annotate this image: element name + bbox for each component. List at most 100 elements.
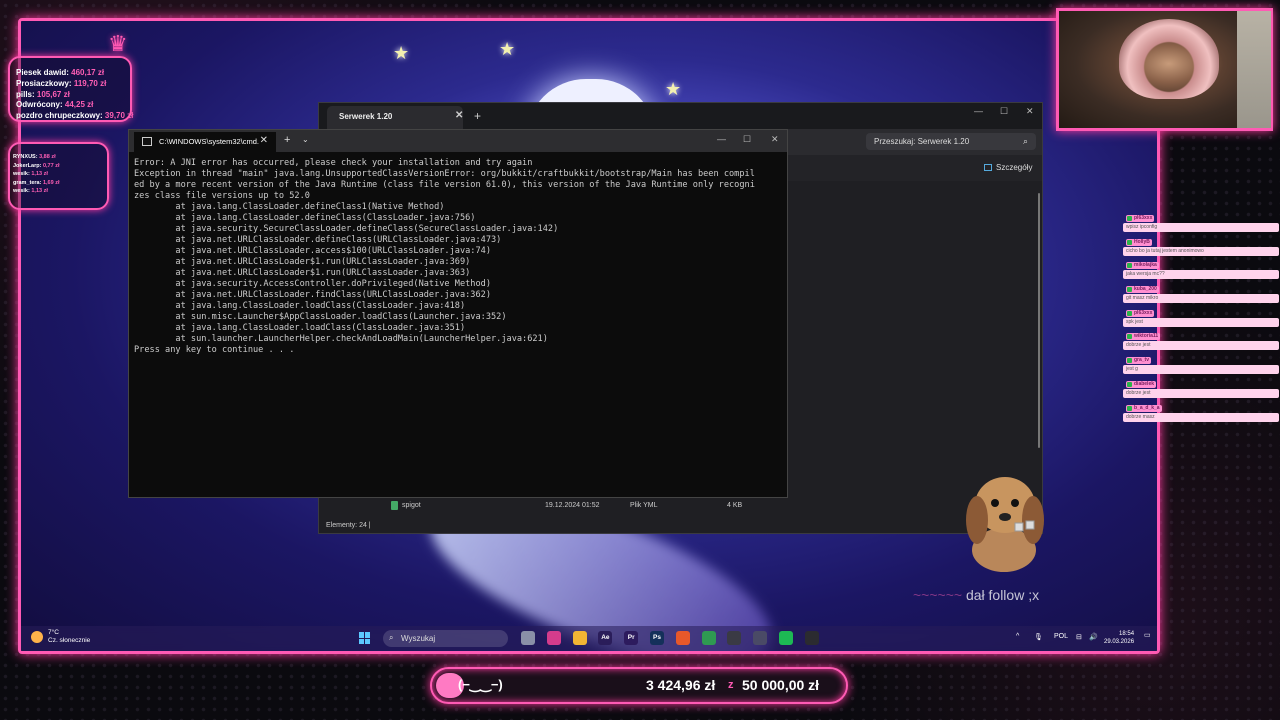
donor-name: Odwrócony:: [16, 100, 63, 110]
maximize-button[interactable]: ☐: [1000, 106, 1008, 117]
file-size: 4 KB: [727, 502, 743, 509]
screen-capture-frame: ★ ★ ★ Serwerek 1.20 ✕ + — ☐ ✕ Przeszukaj…: [18, 18, 1160, 654]
weather-widget[interactable]: 7°C Cz. słonecznie: [31, 629, 90, 645]
file-icon: [391, 501, 398, 510]
console-line: Error: A JNI error has occurred, please …: [134, 158, 533, 168]
file-explorer-icon[interactable]: [572, 631, 587, 645]
details-label: Szczegóły: [996, 163, 1033, 172]
explorer-tab-title: Serwerek 1.20: [339, 112, 393, 121]
task-view-icon[interactable]: [521, 631, 535, 645]
language-indicator[interactable]: POL: [1054, 633, 1068, 640]
cmd-window[interactable]: C:\WINDOWS\system32\cmd. ✕ + ⌄ — ☐ ✕ Err…: [128, 129, 788, 498]
search-icon: ⌕: [389, 633, 394, 642]
donation-row: Piesek dawid: 460,17 zł: [16, 68, 124, 79]
donor-name: RYNXUS:: [13, 154, 38, 160]
terminal-icon[interactable]: [804, 631, 819, 645]
microphone-icon[interactable]: 🎙: [1034, 633, 1043, 641]
console-line: at sun.misc.Launcher$AppClassLoader.load…: [134, 312, 507, 322]
chat-text: jest g: [1123, 365, 1279, 375]
chat-nick: wiktoria11: [1126, 333, 1161, 341]
webcam-dog-hood: [1119, 19, 1219, 99]
minimize-button[interactable]: —: [717, 134, 726, 144]
console-line: at java.net.URLClassLoader.access$100(UR…: [134, 246, 491, 256]
chat-nick: HollyB: [1126, 238, 1152, 246]
chrome-icon[interactable]: [701, 631, 716, 645]
chat-text: cicho bo ja tutaj jestem anonimowo: [1123, 246, 1279, 256]
donation-row: JokerLarp: 0,77 zł: [13, 162, 104, 171]
spotify-icon[interactable]: [779, 631, 793, 645]
volume-icon[interactable]: 🔊: [1089, 633, 1098, 641]
file-row[interactable]: spigot 19.12.2024 01:52 Plik YML 4 KB: [391, 501, 831, 514]
taskbar-search[interactable]: ⌕ Wyszukaj: [383, 630, 508, 647]
brave-icon[interactable]: [675, 631, 690, 645]
donation-amount: 460,17 zł: [71, 68, 105, 77]
network-icon[interactable]: ⊟: [1076, 633, 1082, 641]
donor-name: wesik:: [13, 188, 30, 195]
new-tab-button[interactable]: +: [284, 134, 290, 146]
chat-nick: pl63xxx: [1126, 309, 1155, 317]
star-icon: ★: [393, 43, 410, 63]
donation-amount: 0,77 zł: [42, 162, 60, 169]
chat-text: git masz mikro: [1123, 294, 1279, 304]
chevron-down-icon[interactable]: ⌄: [302, 135, 309, 144]
donation-goal-bar: (−‿‿−) 3 424,96 zł z 50 000,00 zł: [430, 667, 848, 704]
terminal-icon: [142, 137, 152, 146]
donor-name: Prosiaczkowy:: [16, 78, 72, 88]
recent-donations-panel: RYNXUS: 3,88 zł JokerLarp: 0,77 zł wesik: …: [8, 142, 109, 210]
explorer-scrollbar[interactable]: [1038, 193, 1040, 448]
chat-message: b_a_d_k_a dobrze masz: [1122, 402, 1280, 426]
star-icon: ★: [499, 39, 516, 59]
cmd-tab[interactable]: C:\WINDOWS\system32\cmd. ✕: [134, 132, 276, 152]
window-close-button[interactable]: ✕: [1026, 106, 1034, 117]
chat-nick: b_a_d_k_a: [1126, 404, 1162, 412]
donor-name: pozdro chrupeczkowy:: [16, 111, 103, 121]
console-line: at java.net.URLClassLoader.findClass(URL…: [134, 290, 491, 300]
details-pane-icon: [984, 164, 992, 171]
console-line: at java.net.URLClassLoader.defineClass(U…: [134, 235, 502, 245]
chat-text: spk jest: [1123, 317, 1279, 327]
window-close-button[interactable]: ✕: [771, 134, 779, 145]
weather-temp: 7°C: [48, 629, 59, 636]
app-pink-icon[interactable]: [546, 631, 561, 645]
star-icon: ★: [665, 79, 682, 99]
after-effects-icon[interactable]: Ae: [598, 631, 613, 645]
photoshop-icon[interactable]: Ps: [650, 631, 664, 645]
console-line: Press any key to continue . . .: [134, 345, 295, 355]
start-button[interactable]: [359, 632, 371, 644]
taskbar-clock[interactable]: 18:54 29.03.2026: [1104, 630, 1134, 646]
chat-overlay: pl63xxx wpisz ipconfig HollyB cicho bo ja t…: [1122, 212, 1280, 425]
explorer-search-input[interactable]: Przeszukaj: Serwerek 1.20 ⌕: [866, 133, 1036, 150]
explorer-tab[interactable]: Serwerek 1.20 ✕: [327, 106, 463, 129]
goal-emoticon: (−‿‿−): [458, 677, 503, 692]
donation-row: Odwrócony: 44,25 zł: [16, 100, 124, 111]
obs-icon[interactable]: [727, 631, 742, 645]
stream-overlay: ★ ★ ★ Serwerek 1.20 ✕ + — ☐ ✕ Przeszukaj…: [0, 0, 1280, 720]
chat-message: kuba_200 git masz mikro: [1122, 283, 1280, 307]
chat-text: jaka wersja mc??: [1123, 270, 1279, 280]
file-date: 19.12.2024 01:52: [545, 502, 600, 509]
details-button[interactable]: Szczegóły: [984, 163, 1032, 172]
console-output[interactable]: Error: A JNI error has occurred, please …: [134, 158, 784, 356]
premiere-icon[interactable]: Pr: [624, 631, 639, 645]
chevron-up-icon[interactable]: ^: [1016, 633, 1019, 640]
crown-icon: ♛: [108, 31, 128, 56]
maximize-button[interactable]: ☐: [743, 134, 751, 145]
chat-text: dobrze jest: [1123, 388, 1279, 398]
donor-name: pills:: [16, 89, 35, 99]
discord-icon[interactable]: [753, 631, 768, 645]
minimize-button[interactable]: —: [974, 106, 983, 116]
donation-row: pills: 105,67 zł: [16, 90, 124, 101]
chat-nick: diabelek: [1126, 380, 1157, 388]
chat-text: dobrze jest: [1123, 341, 1279, 351]
notification-icon[interactable]: ▭: [1144, 631, 1151, 639]
clock-time: 18:54: [1119, 631, 1135, 637]
console-line: at java.security.SecureClassLoader.defin…: [134, 224, 559, 234]
chat-nick: mikolajka: [1126, 262, 1159, 270]
close-icon[interactable]: ✕: [260, 135, 268, 146]
donation-row: RYNXUS: 3,88 zł: [13, 153, 104, 162]
close-icon[interactable]: ✕: [455, 110, 463, 121]
donation-amount: 39,70 zł: [104, 111, 134, 121]
chat-text: dobrze masz: [1123, 412, 1279, 422]
explorer-status-bar: Elementy: 24 |: [326, 522, 371, 529]
new-tab-button[interactable]: +: [474, 109, 481, 123]
